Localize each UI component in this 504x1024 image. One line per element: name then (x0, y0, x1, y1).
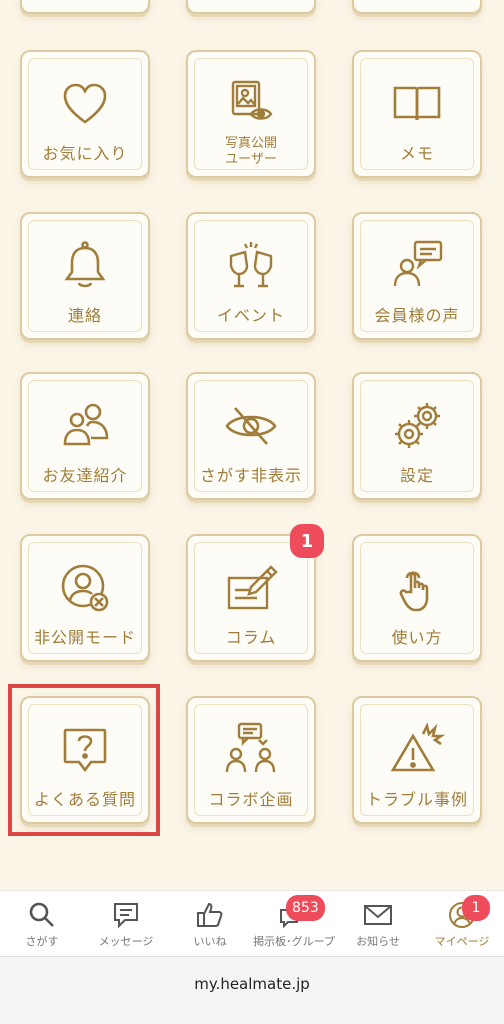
tile-label: 非公開モード (33, 628, 136, 647)
tab-label: さがす (25, 935, 59, 948)
partial-tile[interactable] (352, 0, 482, 14)
tile-label: さがす非表示 (199, 466, 302, 485)
tile-label: お友達紹介 (42, 466, 128, 485)
partial-tile[interactable] (20, 0, 150, 14)
tile-label: 設定 (399, 466, 434, 485)
tile-label: 連絡 (67, 306, 102, 325)
tile-label: コラボ企画 (208, 790, 294, 809)
tile-label: 写真公開 ユーザー (224, 136, 277, 167)
tile-label: イベント (216, 306, 285, 325)
mail-icon (363, 899, 393, 931)
tile-trouble-cases[interactable]: トラブル事例 (352, 696, 482, 824)
tab-notices[interactable]: お知らせ (336, 891, 420, 956)
tile-hide-from-search[interactable]: さがす非表示 (186, 372, 316, 500)
tile-photo-public-users[interactable]: 写真公開 ユーザー (186, 50, 316, 178)
warning-icon (354, 720, 480, 780)
tab-my-page[interactable]: 1 マイページ (420, 891, 504, 956)
tab-search[interactable]: さがす (0, 891, 84, 956)
tile-label: お気に入り (42, 144, 128, 163)
tile-collab-project[interactable]: コラボ企画 (186, 696, 316, 824)
tab-likes[interactable]: いいね (168, 891, 252, 956)
tile-memo[interactable]: メモ (352, 50, 482, 178)
tile-private-mode[interactable]: 非公開モード (20, 534, 150, 662)
person-speech-icon (354, 236, 480, 296)
tab-label: お知らせ (356, 935, 400, 948)
user-hidden-icon (22, 558, 148, 618)
menu-grid: お気に入り 写真公開 ユーザー メモ 連絡 イベント 会員様の声 お友達紹介 さ… (0, 0, 504, 890)
bell-icon (22, 236, 148, 296)
thumbs-up-icon (195, 899, 225, 931)
gears-icon (354, 396, 480, 456)
tab-label: マイページ (434, 935, 490, 948)
eye-off-icon (188, 396, 314, 456)
tile-label: 使い方 (391, 628, 443, 647)
tile-contact[interactable]: 連絡 (20, 212, 150, 340)
tile-how-to-use[interactable]: 使い方 (352, 534, 482, 662)
tile-label: よくある質問 (33, 790, 136, 809)
tab-label: 掲示板･グループ (253, 935, 335, 948)
tab-label: いいね (193, 935, 227, 948)
notification-badge: 1 (462, 895, 490, 921)
photo-eye-icon (188, 74, 314, 134)
toast-glasses-icon (188, 236, 314, 296)
notification-badge: 1 (290, 524, 324, 558)
two-people-icon (22, 396, 148, 456)
search-icon (27, 899, 57, 931)
tile-event[interactable]: イベント (186, 212, 316, 340)
tile-label: コラム (225, 628, 277, 647)
tab-label: メッセージ (98, 935, 154, 948)
tile-friend-referral[interactable]: お友達紹介 (20, 372, 150, 500)
browser-address-bar[interactable]: my.healmate.jp (0, 956, 504, 1024)
book-icon (354, 74, 480, 134)
tile-member-voices[interactable]: 会員様の声 (352, 212, 482, 340)
message-icon (111, 899, 141, 931)
bottom-tab-bar: さがす メッセージ いいね 853 掲示板･グループ お知らせ 1 マイページ (0, 890, 504, 956)
tab-messages[interactable]: メッセージ (84, 891, 168, 956)
heart-icon (22, 74, 148, 134)
partial-tile[interactable] (186, 0, 316, 14)
tile-label: 会員様の声 (374, 306, 460, 325)
tile-favorites[interactable]: お気に入り (20, 50, 150, 178)
url-text: my.healmate.jp (194, 975, 310, 993)
tile-faq[interactable]: よくある質問 (20, 696, 150, 824)
notification-badge: 853 (286, 895, 325, 921)
collab-people-icon (188, 720, 314, 780)
tile-label: メモ (399, 144, 434, 163)
tile-label: トラブル事例 (365, 790, 468, 809)
question-bubble-icon (22, 720, 148, 780)
tile-settings[interactable]: 設定 (352, 372, 482, 500)
tab-board-groups[interactable]: 853 掲示板･グループ (252, 891, 336, 956)
pencil-paper-icon (188, 558, 314, 618)
tile-column[interactable]: 1 コラム (186, 524, 324, 662)
tap-hand-icon (354, 558, 480, 618)
